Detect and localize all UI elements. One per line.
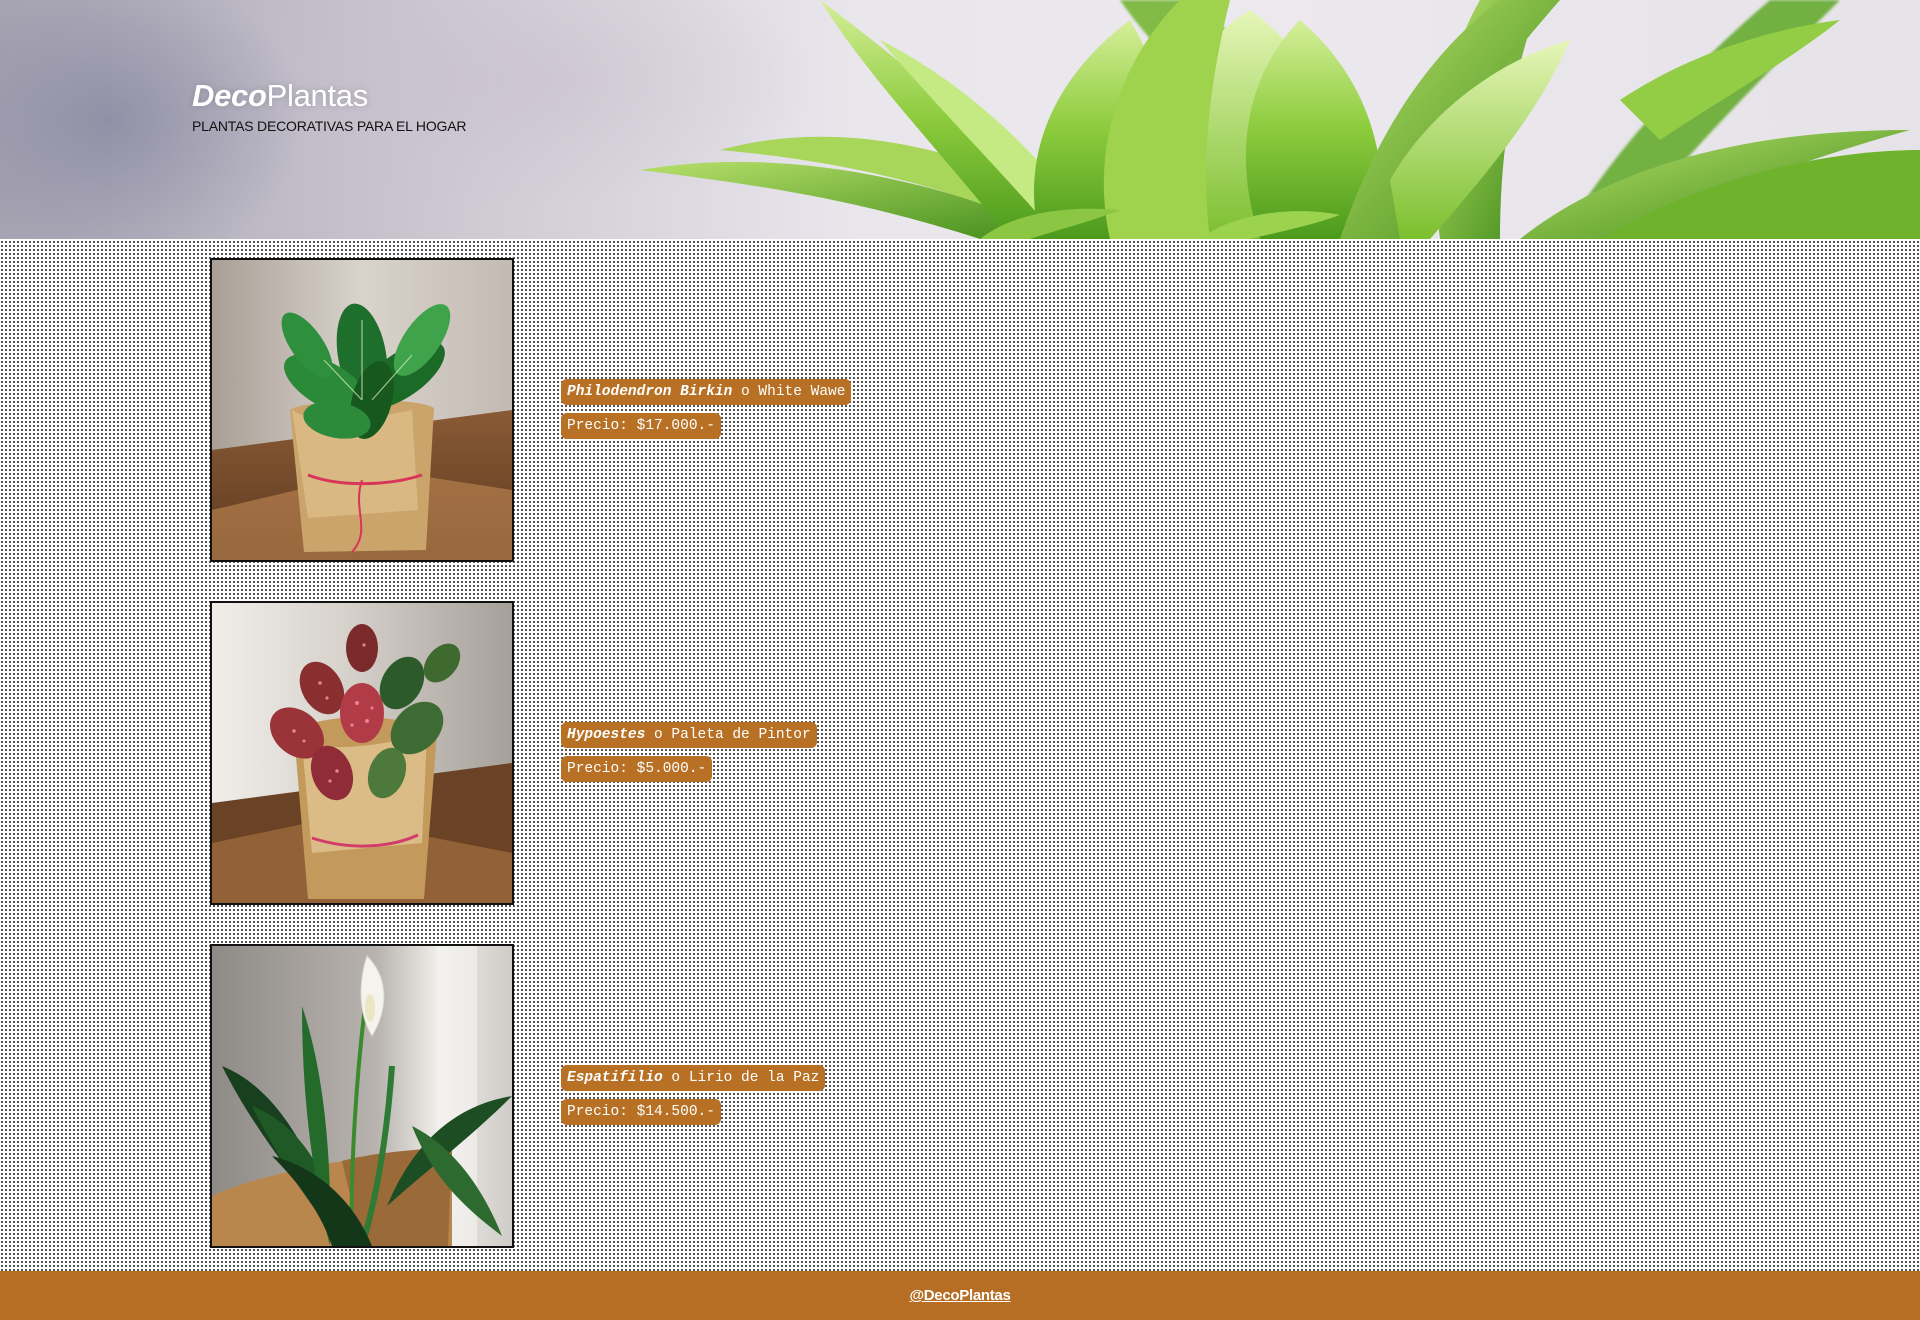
product-scientific-name: Espatifilio: [567, 1070, 663, 1086]
brand: DecoPlantas PLANTAS DECORATIVAS PARA EL …: [192, 80, 466, 134]
product-name-tag: Hypoestes o Paleta de Pintor: [561, 722, 817, 748]
brand-name: DecoPlantas: [192, 80, 466, 111]
product-scientific-name: Philodendron Birkin: [567, 384, 733, 400]
product-card: Hypoestes o Paleta de Pintor Precio: $5.…: [210, 601, 1110, 905]
header-banner: DecoPlantas PLANTAS DECORATIVAS PARA EL …: [0, 0, 1920, 239]
product-scientific-name: Hypoestes: [567, 727, 646, 743]
product-photo[interactable]: [210, 258, 514, 562]
product-common-name: o White Wawe: [732, 384, 846, 400]
product-card: Espatifilio o Lirio de la Paz Precio: $1…: [210, 944, 1110, 1248]
social-handle-link[interactable]: @DecoPlantas: [909, 1287, 1010, 1304]
product-common-name: o Lirio de la Paz: [662, 1070, 820, 1086]
product-price-tag: Precio: $17.000.-: [561, 413, 721, 439]
product-price-tag: Precio: $14.500.-: [561, 1099, 721, 1125]
espatifilio-photo-image: [212, 946, 512, 1246]
philodendron-photo-image: [212, 260, 512, 560]
product-info: Philodendron Birkin o White Wawe Precio:…: [561, 379, 852, 447]
product-info: Hypoestes o Paleta de Pintor Precio: $5.…: [561, 722, 817, 790]
footer: @DecoPlantas: [0, 1271, 1920, 1320]
product-name-tag: Philodendron Birkin o White Wawe: [561, 379, 852, 405]
product-common-name: o Paleta de Pintor: [645, 727, 811, 743]
product-price-tag: Precio: $5.000.-: [561, 756, 713, 782]
brand-name-prefix: Deco: [192, 78, 267, 113]
product-info: Espatifilio o Lirio de la Paz Precio: $1…: [561, 1065, 826, 1133]
product-name-tag: Espatifilio o Lirio de la Paz: [561, 1065, 826, 1091]
product-photo[interactable]: [210, 601, 514, 905]
hypoestes-photo-image: [212, 603, 512, 903]
product-card: Philodendron Birkin o White Wawe Precio:…: [210, 258, 1110, 562]
brand-tagline: PLANTAS DECORATIVAS PARA EL HOGAR: [192, 118, 467, 134]
product-photo[interactable]: [210, 944, 514, 1248]
brand-name-suffix: Plantas: [266, 78, 369, 113]
